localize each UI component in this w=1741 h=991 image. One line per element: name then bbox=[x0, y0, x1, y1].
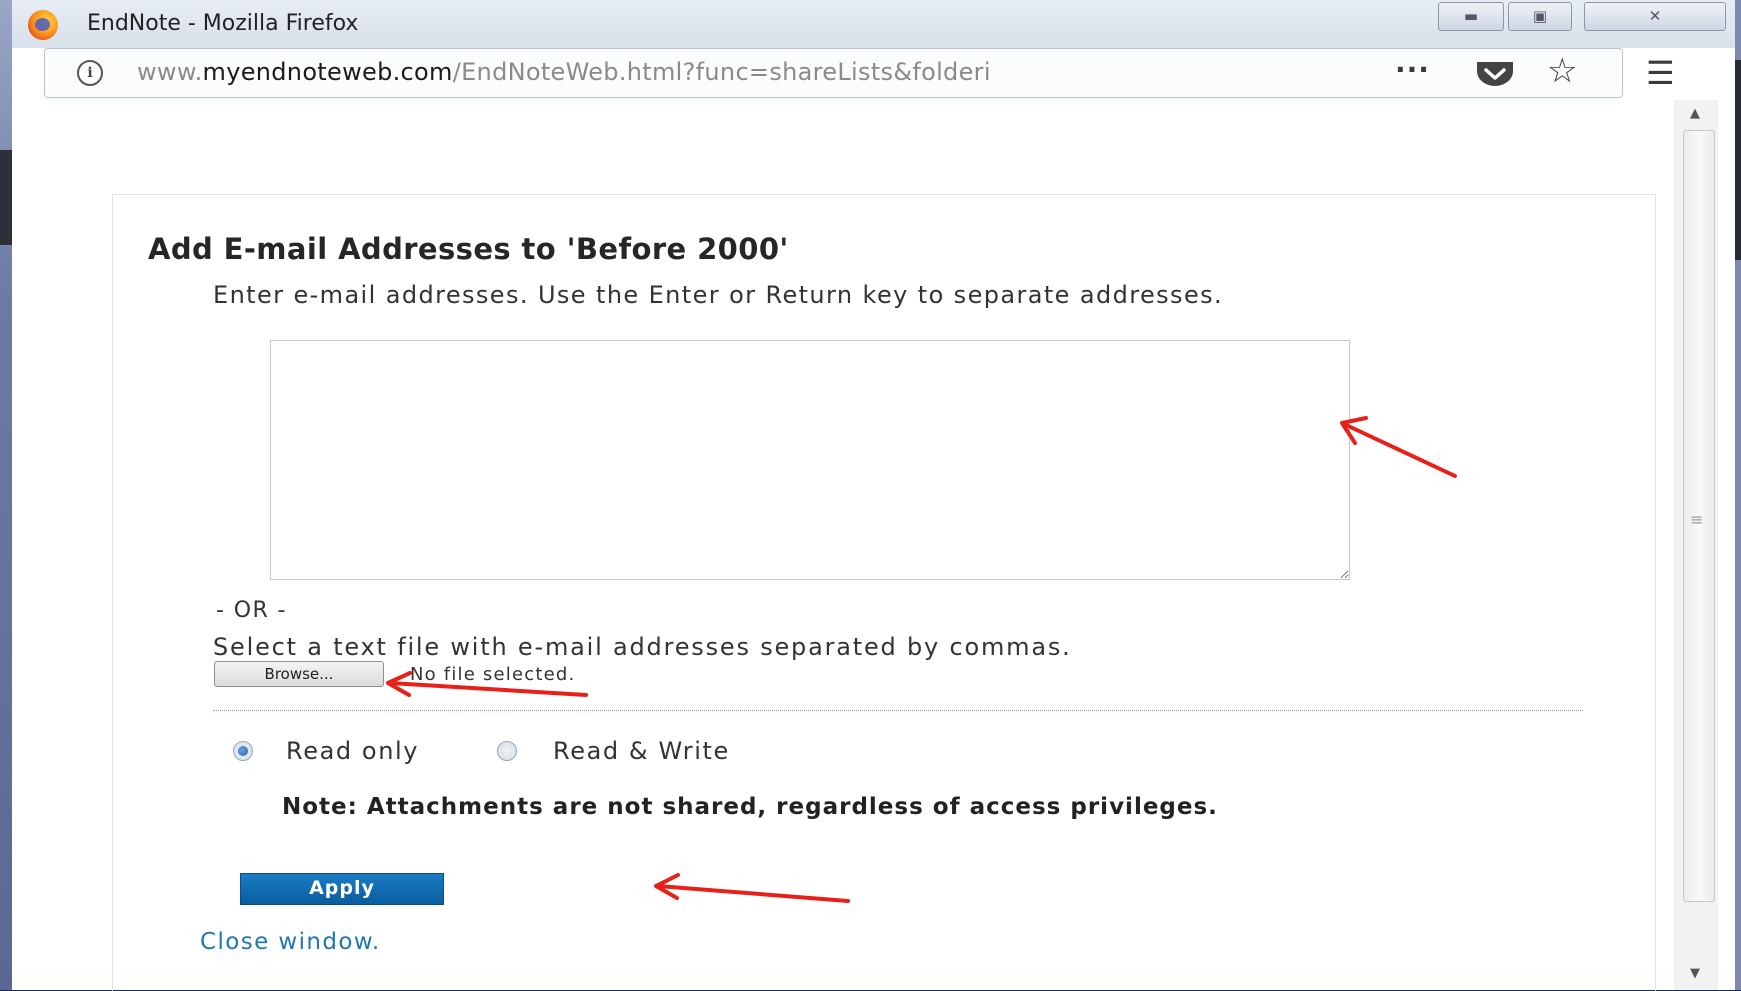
desktop-left-edge bbox=[0, 0, 12, 990]
annotation-arrows bbox=[386, 416, 1457, 903]
browser-window: EndNote - Mozilla Firefox ▬ ▣ ✕ i www.my… bbox=[12, 0, 1735, 991]
annotation-arrow-apply bbox=[654, 873, 850, 903]
desktop-right-edge bbox=[1735, 0, 1741, 990]
annotation-arrow-browse bbox=[386, 671, 588, 697]
annotation-arrow-textarea bbox=[1340, 416, 1457, 478]
